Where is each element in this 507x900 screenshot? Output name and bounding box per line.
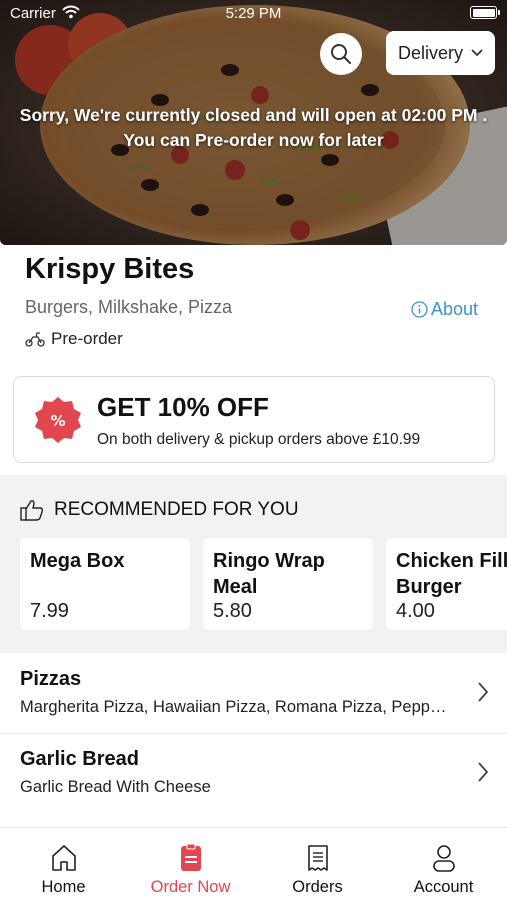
recommended-item-name-line2: Meal — [213, 576, 258, 598]
offer-card[interactable]: % GET 10% OFF On both delivery & pickup … — [13, 376, 495, 463]
offer-title: GET 10% OFF — [97, 392, 269, 422]
preorder-label: Pre-order — [51, 329, 123, 348]
recommended-header: RECOMMENDED FOR YOU — [20, 499, 299, 521]
recommended-item-card[interactable]: Mega Box 7.99 — [20, 538, 190, 630]
tab-label: Home — [41, 878, 86, 896]
chevron-right-icon — [478, 682, 489, 702]
recommended-item-name: Chicken Fill — [396, 550, 507, 572]
tab-label: Order Now — [150, 878, 231, 896]
preorder-indicator: Pre-order — [25, 329, 123, 349]
svg-text:%: % — [50, 412, 65, 430]
tab-label: Orders — [292, 878, 343, 896]
recommended-item-price: 4.00 — [396, 600, 435, 622]
chevron-right-icon — [478, 762, 489, 782]
recommended-item-price: 7.99 — [30, 600, 69, 622]
tab-account[interactable]: Account — [380, 842, 507, 897]
delivery-mode-label: Delivery — [397, 42, 463, 63]
search-icon — [331, 44, 351, 64]
about-label: About — [431, 299, 479, 319]
recommended-item-price: 5.80 — [213, 600, 252, 622]
closed-notice: Sorry, We're currently closed and will o… — [0, 103, 507, 153]
offer-subtitle: On both delivery & pickup orders above £… — [97, 431, 421, 448]
recommended-item-card[interactable]: Ringo Wrap Meal 5.80 — [203, 538, 373, 630]
tab-home[interactable]: Home — [0, 842, 127, 897]
recommended-section: RECOMMENDED FOR YOU Mega Box 7.99 Ringo … — [0, 475, 507, 653]
search-button[interactable] — [320, 33, 362, 75]
category-name: Garlic Bread — [20, 748, 139, 770]
category-row-garlic-bread[interactable]: Garlic Bread Garlic Bread With Cheese — [0, 734, 507, 814]
recommended-heading: RECOMMENDED FOR YOU — [54, 499, 299, 520]
recommended-item-name-line2: Burger — [396, 576, 462, 598]
restaurant-name: Krispy Bites — [25, 253, 195, 285]
chevron-down-icon — [471, 49, 483, 57]
receipt-icon — [307, 845, 328, 871]
recommended-item-name: Ringo Wrap — [213, 550, 325, 572]
discount-badge-icon: % — [35, 397, 81, 443]
person-icon — [432, 845, 455, 872]
battery-icon — [470, 6, 500, 19]
about-link[interactable]: About — [411, 299, 478, 320]
closed-notice-line2: You can Pre-order now for later — [123, 130, 384, 150]
tab-label: Account — [413, 878, 474, 896]
info-icon — [411, 301, 428, 318]
scooter-icon — [25, 332, 45, 347]
clock: 5:29 PM — [225, 5, 282, 22]
thumbs-up-icon — [20, 500, 44, 521]
category-description: Garlic Bread With Cheese — [20, 778, 211, 796]
closed-notice-line1: Sorry, We're currently closed and will o… — [19, 105, 488, 125]
app-screen: Carrier 5:29 PM Delivery Sorry, We're cu… — [0, 0, 507, 900]
home-icon — [51, 845, 76, 871]
bottom-tab-bar: Home Order Now Orders Account — [0, 827, 507, 900]
restaurant-cuisines: Burgers, Milkshake, Pizza — [25, 297, 233, 317]
hero-banner: Carrier 5:29 PM Delivery Sorry, We're cu… — [0, 0, 507, 245]
delivery-mode-selector[interactable]: Delivery — [386, 31, 495, 75]
tab-order-now[interactable]: Order Now — [127, 842, 254, 897]
order-icon — [180, 844, 201, 871]
tab-orders[interactable]: Orders — [254, 842, 381, 897]
category-description: Margherita Pizza, Hawaiian Pizza, Romana… — [20, 698, 447, 716]
recommended-item-name: Mega Box — [30, 550, 125, 572]
recommended-item-card[interactable]: Chicken Fill Burger 4.00 — [386, 538, 507, 630]
status-bar: Carrier 5:29 PM — [0, 0, 507, 28]
category-name: Pizzas — [20, 668, 82, 690]
category-row-pizzas[interactable]: Pizzas Margherita Pizza, Hawaiian Pizza,… — [0, 654, 507, 734]
